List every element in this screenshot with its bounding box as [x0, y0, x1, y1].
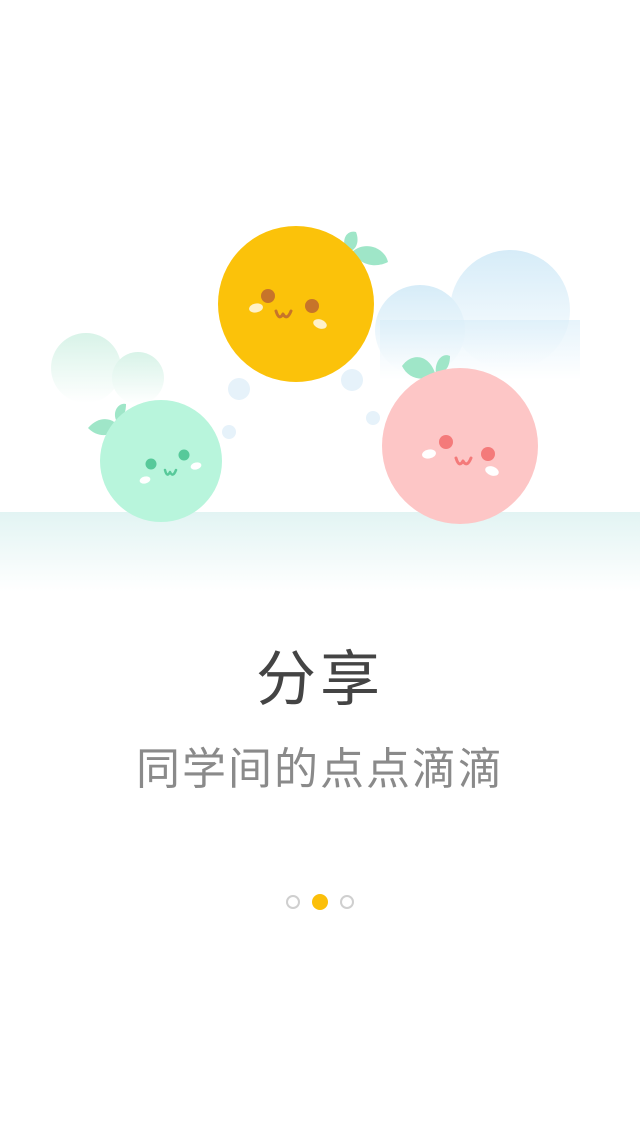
page-dot-3[interactable] [340, 895, 354, 909]
mint-fruit-icon [88, 400, 222, 522]
page-indicator [0, 893, 640, 911]
page-subtitle: 同学间的点点滴滴 [136, 744, 504, 795]
onboarding-illustration [0, 226, 640, 592]
page-dot-1[interactable] [286, 895, 300, 909]
page-title: 分享 [256, 645, 384, 715]
page-dot-2-active[interactable] [312, 894, 328, 910]
cloud-right-icon [375, 250, 580, 380]
ground-shadow [0, 512, 640, 592]
cloud-left-icon [51, 333, 164, 404]
yellow-fruit-icon [218, 226, 388, 382]
pink-fruit-icon [382, 355, 538, 524]
